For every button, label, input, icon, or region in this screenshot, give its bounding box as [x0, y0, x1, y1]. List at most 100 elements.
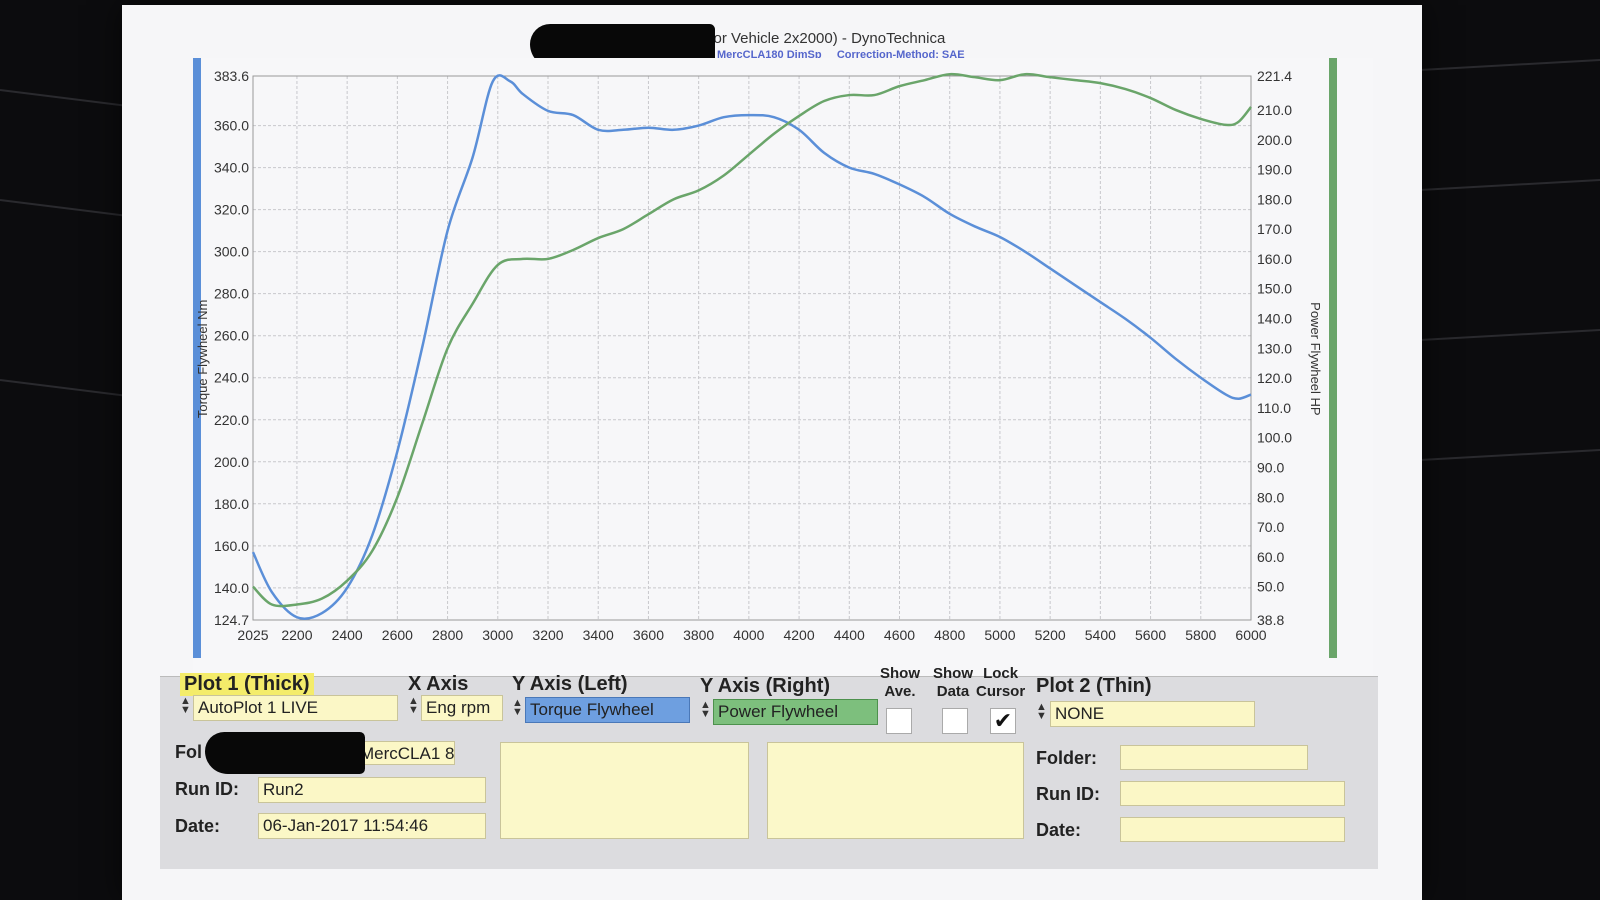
plot2-label: Plot 2 (Thin) [1036, 675, 1152, 697]
x-tick-label: 2025 [237, 627, 268, 643]
y-right-tick-label: 200.0 [1257, 132, 1292, 148]
y-left-tick-label: 320.0 [214, 202, 249, 218]
y-left-tick-label: 200.0 [214, 454, 249, 470]
y-right-tick-label: 100.0 [1257, 430, 1292, 446]
x-tick-label: 5400 [1085, 627, 1116, 643]
runid2-label: Run ID: [1036, 784, 1100, 804]
control-panel: Plot 1 (Thick) ▲ ▼ AutoPlot 1 LIVE X Axis… [160, 665, 1378, 869]
y-right-tick-label: 180.0 [1257, 191, 1292, 207]
y-right-tick-label: 210.0 [1257, 102, 1292, 118]
runid-field[interactable]: Run2 [258, 777, 486, 803]
show-ave-checkbox[interactable] [886, 708, 912, 734]
plot1-label: Plot 1 (Thick) [180, 673, 314, 696]
x-tick-label: 3400 [583, 627, 614, 643]
y-right-tick-label: 130.0 [1257, 340, 1292, 356]
show-data-checkbox[interactable] [942, 708, 968, 734]
y-right-tick-label: 170.0 [1257, 221, 1292, 237]
show-data-line2: Data [936, 683, 970, 700]
xaxis-label: X Axis [408, 673, 469, 695]
x-tick-label: 5200 [1035, 627, 1066, 643]
plot1-spinner-icon[interactable]: ▲ ▼ [180, 696, 191, 716]
y-left-tick-label: 124.7 [214, 612, 249, 628]
y-left-tick-label: 300.0 [214, 244, 249, 260]
y-left-axis-title: Torque Flywheel Nm [195, 300, 210, 419]
folder2-label: Folder: [1036, 748, 1097, 768]
x-tick-label: 5600 [1135, 627, 1166, 643]
dyno-chart: 2025 2200 2400 2600 2800 3000 3200 3400 3600 3800… [193, 58, 1373, 678]
x-tick-label: 2400 [332, 627, 363, 643]
date2-label: Date: [1036, 820, 1082, 840]
y-right-tick-label: 110.0 [1257, 400, 1291, 416]
x-tick-label: 4600 [884, 627, 915, 643]
x-tick-label: 3800 [683, 627, 714, 643]
checkmark-icon: ✔ [993, 708, 1013, 733]
y-left-tick-label: 160.0 [214, 538, 249, 554]
x-tick-label: 3200 [532, 627, 563, 643]
xaxis-spinner-icon[interactable]: ▲ ▼ [408, 696, 419, 716]
yaxis-right-label: Y Axis (Right) [700, 675, 831, 697]
y-left-tick-label: 360.0 [214, 118, 249, 134]
plot1-info-box-2 [767, 742, 1024, 839]
yaxis-left-select[interactable]: Torque Flywheel [525, 697, 690, 723]
y-right-tick-label: 70.0 [1257, 519, 1284, 535]
y-right-tick-label: 80.0 [1257, 489, 1284, 505]
runid2-field[interactable] [1120, 781, 1345, 806]
x-tick-label: 5000 [984, 627, 1015, 643]
y-left-tick-label: 340.0 [214, 160, 249, 176]
show-data-label: Show Data [933, 665, 973, 701]
y-left-tick-label: 240.0 [214, 370, 249, 386]
y-right-tick-label: 120.0 [1257, 370, 1292, 386]
date-field[interactable]: 06-Jan-2017 11:54:46 [258, 813, 486, 839]
date2-field[interactable] [1120, 817, 1345, 842]
show-ave-label: Show Ave. [880, 665, 920, 701]
y-left-tick-label: 383.6 [214, 68, 249, 84]
lock-cursor-line2: Cursor [976, 683, 1026, 700]
lock-cursor-line1: Lock [983, 665, 1019, 682]
folder-label: Fol [175, 742, 202, 762]
y-left-tick-label: 220.0 [214, 412, 249, 428]
plot2-select[interactable]: NONE [1050, 701, 1255, 727]
lock-cursor-checkbox[interactable]: ✔ [990, 708, 1016, 734]
plot2-spinner-icon[interactable]: ▲ ▼ [1036, 702, 1047, 722]
x-tick-label: 2600 [382, 627, 413, 643]
x-tick-label: 2800 [432, 627, 463, 643]
y-left-tick-label: 280.0 [214, 286, 249, 302]
yaxis-right-spinner-icon[interactable]: ▲ ▼ [700, 700, 711, 720]
x-tick-label: 4000 [733, 627, 764, 643]
yaxis-left-label: Y Axis (Left) [512, 673, 628, 695]
right-axis-color-bar [1329, 58, 1337, 658]
x-tick-label: 3000 [482, 627, 513, 643]
xaxis-select[interactable]: Eng rpm [421, 695, 503, 721]
y-right-tick-label: 160.0 [1257, 251, 1292, 267]
folder-field[interactable]: MercCLA1 8 [355, 741, 455, 765]
runid-label: Run ID: [175, 779, 239, 799]
redaction-mark-folder [205, 732, 365, 774]
y-right-tick-label: 50.0 [1257, 579, 1284, 595]
folder2-field[interactable] [1120, 745, 1308, 770]
y-right-tick-label: 190.0 [1257, 162, 1292, 178]
y-right-tick-label: 60.0 [1257, 549, 1284, 565]
y-right-tick-label: 140.0 [1257, 311, 1292, 327]
show-ave-line2: Ave. [884, 683, 916, 700]
chart-background [193, 58, 1373, 678]
yaxis-right-select[interactable]: Power Flywheel [713, 699, 878, 725]
plot1-select[interactable]: AutoPlot 1 LIVE [193, 695, 398, 721]
lock-cursor-label: Lock Cursor [976, 665, 1025, 701]
y-right-tick-label: 221.4 [1257, 68, 1292, 84]
date-label: Date: [175, 816, 221, 836]
y-right-axis-title: Power Flywheel HP [1308, 302, 1323, 415]
show-data-line1: Show [933, 665, 973, 682]
dyno-chart-svg: 2025 2200 2400 2600 2800 3000 3200 3400 3600 3800… [193, 58, 1373, 678]
y-right-tick-label: 150.0 [1257, 281, 1292, 297]
show-ave-line1: Show [880, 665, 920, 682]
x-tick-label: 2200 [281, 627, 312, 643]
x-tick-label: 6000 [1235, 627, 1266, 643]
y-left-tick-label: 180.0 [214, 496, 249, 512]
x-tick-label: 4400 [834, 627, 865, 643]
x-tick-label: 3600 [633, 627, 664, 643]
y-left-tick-label: 260.0 [214, 328, 249, 344]
x-tick-label: 4800 [934, 627, 965, 643]
y-right-tick-label: 38.8 [1257, 612, 1284, 628]
y-left-tick-label: 140.0 [214, 580, 249, 596]
yaxis-left-spinner-icon[interactable]: ▲ ▼ [512, 698, 523, 718]
